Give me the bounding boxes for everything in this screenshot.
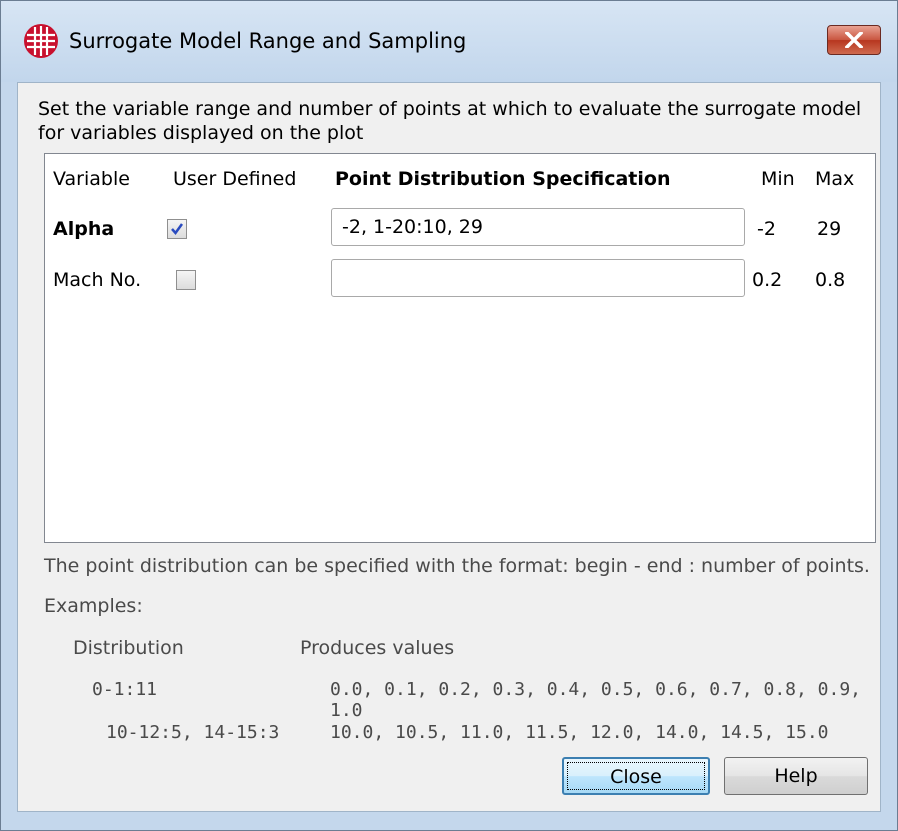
focus-ring	[567, 762, 705, 790]
example-distribution: 10-12:5, 14-15:3	[106, 722, 280, 743]
help-button[interactable]: Help	[724, 757, 868, 795]
title-bar[interactable]: Surrogate Model Range and Sampling	[1, 1, 897, 82]
header-variable: Variable	[53, 168, 130, 190]
variable-name: Alpha	[53, 218, 115, 240]
variable-name: Mach No.	[53, 269, 142, 291]
header-point-distribution: Point Distribution Specification	[335, 168, 671, 190]
example-distribution: 0-1:11	[92, 679, 158, 700]
header-min: Min	[761, 168, 795, 190]
point-distribution-input[interactable]	[331, 208, 745, 246]
min-value: -2	[757, 218, 776, 240]
examples-label: Examples:	[44, 595, 143, 617]
min-value: 0.2	[752, 269, 783, 291]
help-button-label: Help	[774, 765, 818, 787]
distribution-column-label: Distribution	[73, 637, 184, 659]
format-help-text: The point distribution can be specified …	[44, 555, 870, 577]
variables-table: Variable User Defined Point Distribution…	[44, 153, 876, 543]
dialog-window: Surrogate Model Range and Sampling Set t…	[0, 0, 898, 831]
header-user-defined: User Defined	[173, 168, 297, 190]
user-defined-checkbox[interactable]	[176, 270, 196, 290]
close-button[interactable]: Close	[562, 757, 710, 795]
checkmark-icon	[171, 223, 184, 236]
header-max: Max	[815, 168, 855, 190]
example-values: 0.0, 0.1, 0.2, 0.3, 0.4, 0.5, 0.6, 0.7, …	[330, 679, 862, 721]
max-value: 29	[817, 218, 842, 240]
window-close-button[interactable]	[827, 25, 881, 55]
app-grid-icon	[23, 23, 59, 59]
close-icon	[845, 32, 863, 48]
max-value: 0.8	[815, 269, 846, 291]
user-defined-checkbox[interactable]	[167, 219, 187, 239]
intro-text: Set the variable range and number of poi…	[38, 98, 862, 144]
point-distribution-input[interactable]	[331, 259, 745, 297]
produces-column-label: Produces values	[300, 637, 455, 659]
dialog-body: Set the variable range and number of poi…	[17, 82, 881, 812]
window-title: Surrogate Model Range and Sampling	[69, 29, 467, 53]
example-values: 10.0, 10.5, 11.0, 11.5, 12.0, 14.0, 14.5…	[330, 722, 829, 743]
